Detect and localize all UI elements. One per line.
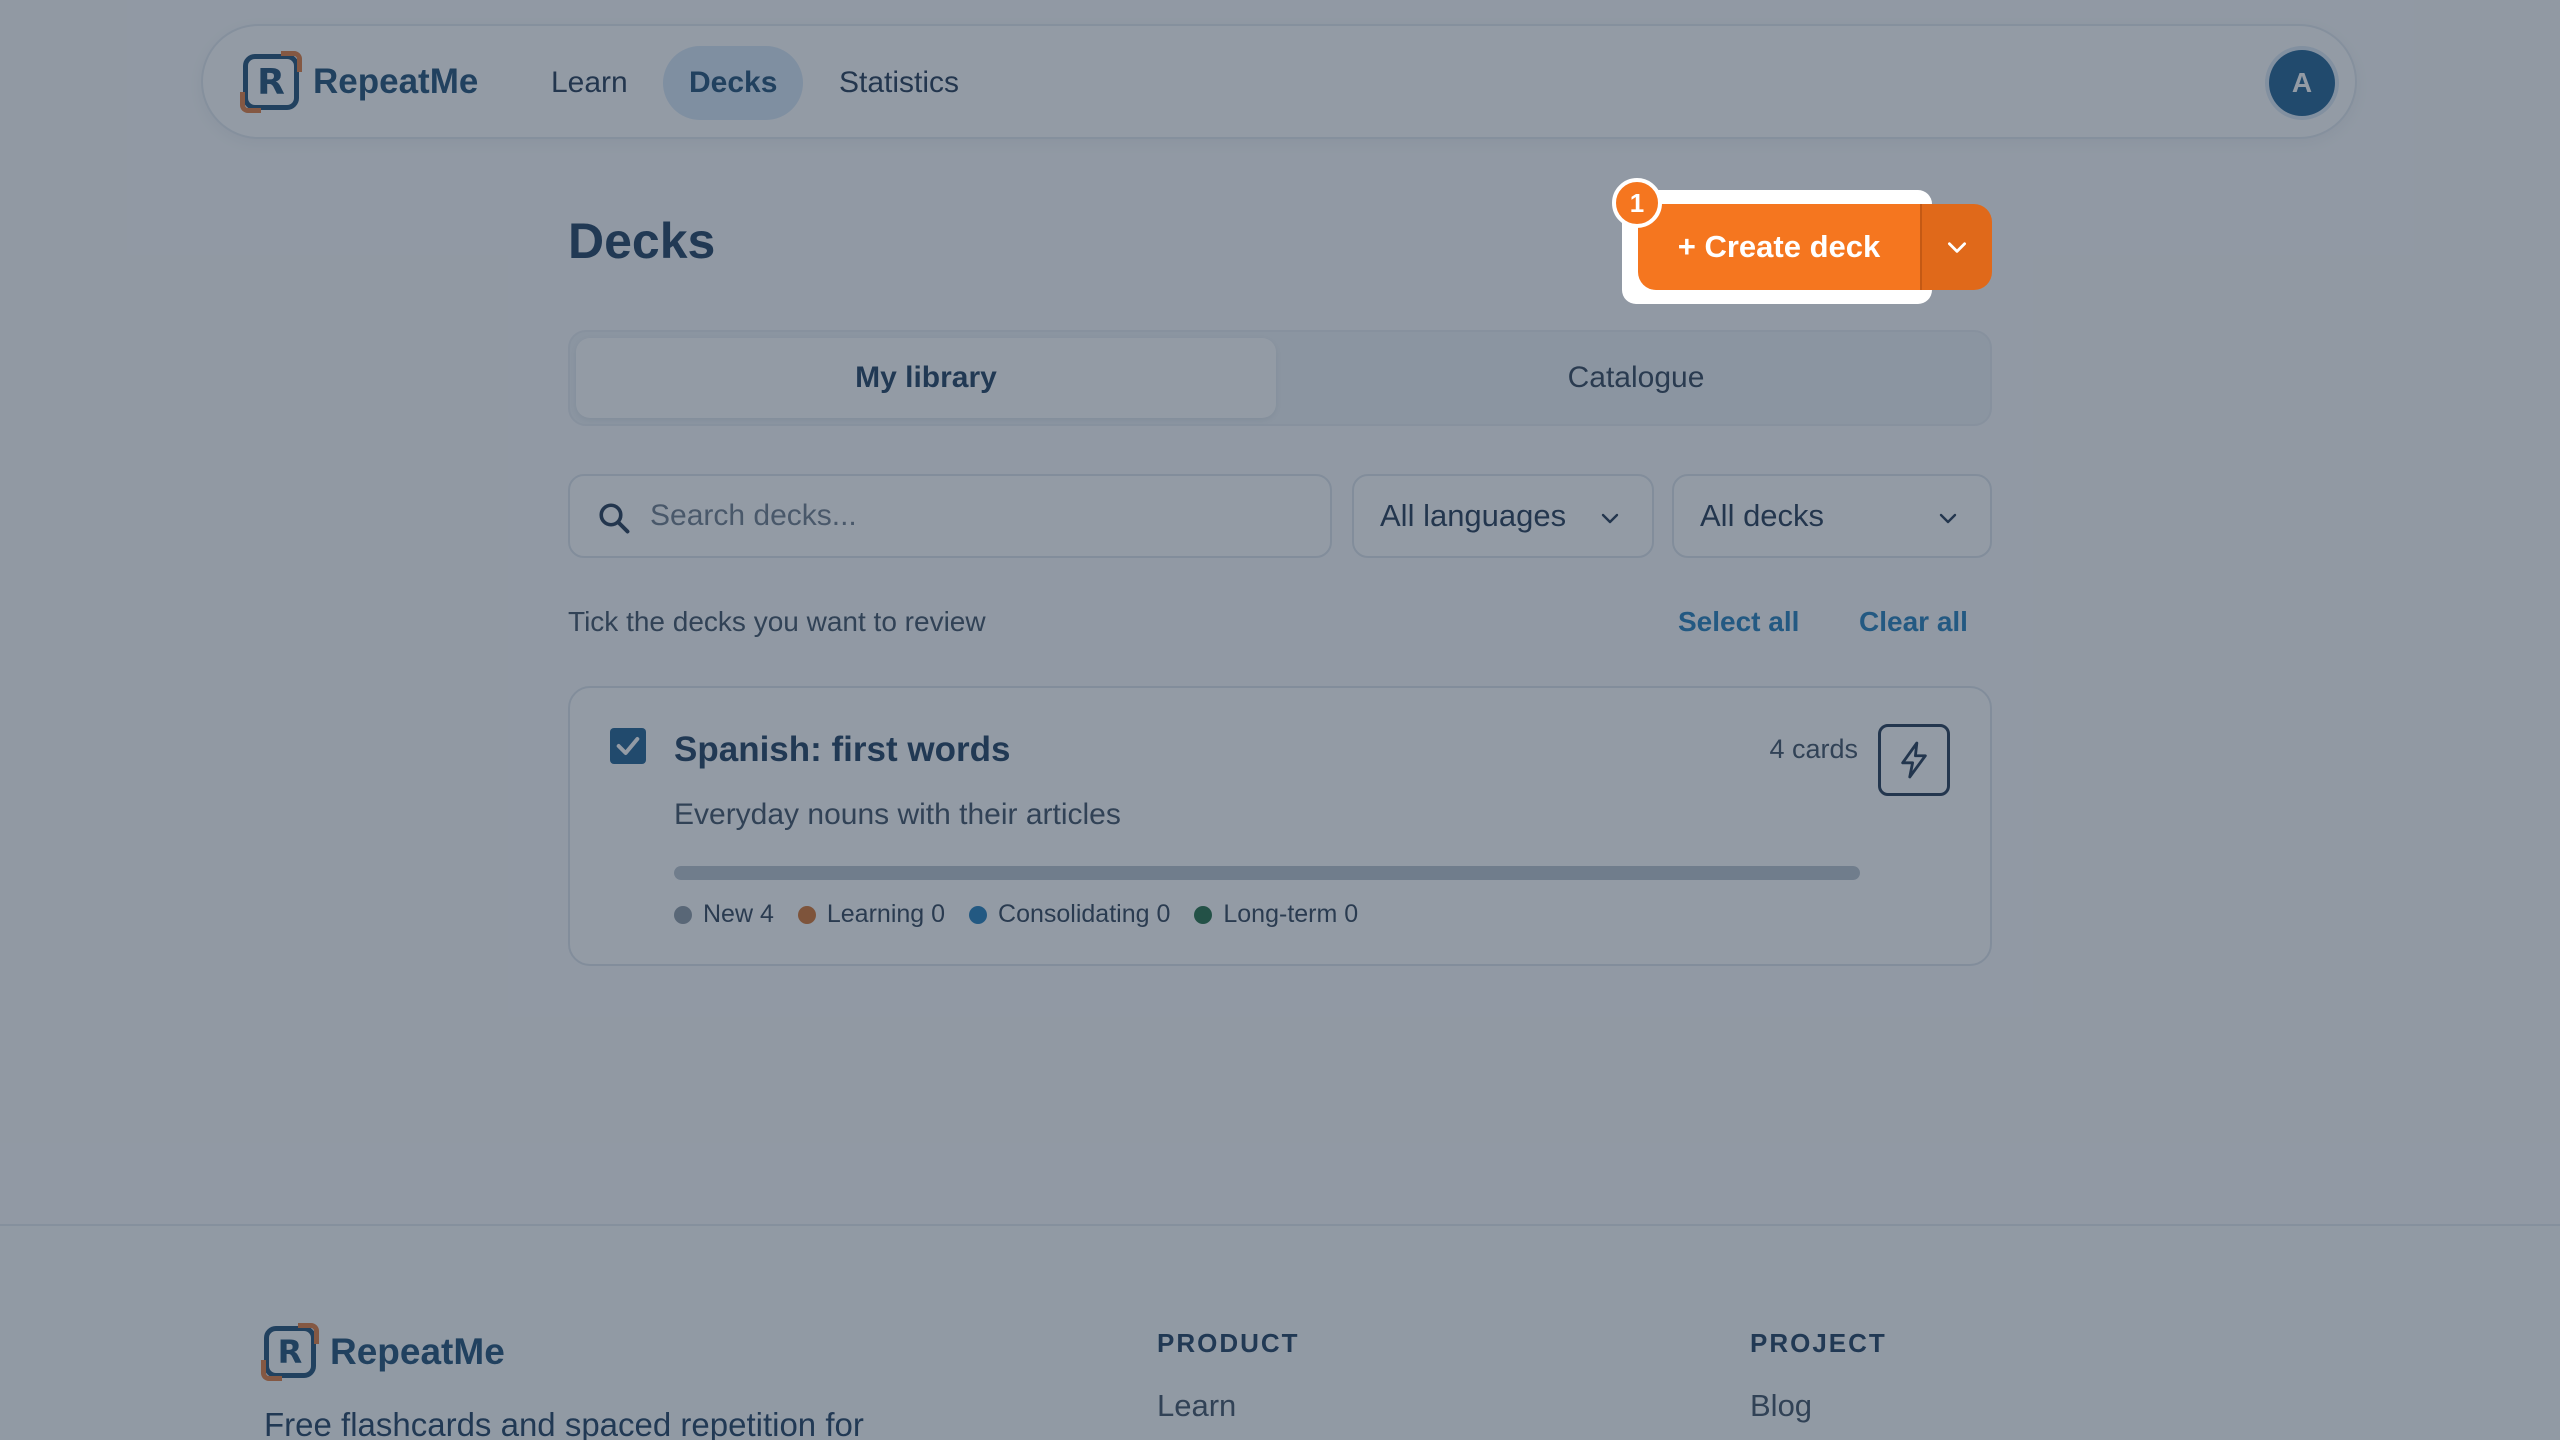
footer-heading-project: PROJECT — [1750, 1328, 1887, 1358]
top-navbar: R RepeatMe Learn Decks Statistics A — [201, 24, 2357, 139]
nav-link-learn[interactable]: Learn — [525, 46, 654, 120]
search-icon — [599, 503, 630, 534]
deck-title[interactable]: Spanish: first words — [674, 730, 1010, 770]
tour-step-badge: 1 — [1612, 178, 1662, 228]
language-select-value: All languages — [1380, 498, 1567, 533]
legend-label: Learning 0 — [826, 900, 946, 928]
repeatme-logo-icon: R — [240, 51, 302, 113]
brand[interactable]: R RepeatMe — [240, 51, 479, 113]
legend-item: Learning 0 — [797, 900, 946, 929]
search-input[interactable] — [650, 476, 1310, 556]
deck-progress-fill — [674, 866, 1860, 880]
select-all-link[interactable]: Select all — [1678, 606, 1799, 638]
library-tabs: My library Catalogue — [568, 330, 1992, 426]
deck-status-legend: New 4 Learning 0 Consolidating 0 Long-term … — [674, 900, 1382, 929]
language-select[interactable]: All languages — [1352, 474, 1654, 558]
chevron-down-icon — [1948, 242, 1966, 253]
footer-brand-name: RepeatMe — [330, 1331, 505, 1372]
page-title: Decks — [568, 213, 716, 269]
legend-label: Consolidating 0 — [998, 900, 1171, 928]
footer-tagline: Free flashcards and spaced repetition fo… — [264, 1406, 864, 1440]
nav-link-statistics[interactable]: Statistics — [813, 46, 985, 120]
deck-card[interactable]: Spanish: first words Everyday nouns with… — [568, 686, 1992, 966]
create-deck-menu-button[interactable] — [1920, 204, 1992, 290]
legend-label: Long-term 0 — [1223, 900, 1359, 928]
decks-page: R RepeatMe Learn Decks Statistics A Deck… — [0, 0, 2560, 1440]
legend-item: Long-term 0 — [1194, 900, 1358, 929]
tab-my-library[interactable]: My library — [576, 338, 1276, 418]
deck-checkbox[interactable] — [610, 728, 646, 764]
brand-name: RepeatMe — [313, 62, 479, 101]
legend-dot-icon — [1194, 905, 1213, 924]
clear-all-link[interactable]: Clear all — [1859, 606, 1968, 638]
deck-filter-select[interactable]: All decks — [1672, 474, 1992, 558]
review-hint: Tick the decks you want to review — [568, 606, 986, 637]
footer-link-blog[interactable]: Blog — [1750, 1388, 1812, 1424]
lightning-icon — [1901, 741, 1927, 779]
repeatme-logo-icon: R — [261, 1323, 319, 1381]
footer: R RepeatMe Free flashcards and spaced re… — [0, 1224, 2560, 1440]
chevron-down-icon — [1601, 513, 1619, 524]
footer-brand[interactable]: R RepeatMe — [261, 1323, 505, 1381]
deck-progress-bar — [674, 866, 1860, 880]
tab-catalogue[interactable]: Catalogue — [1286, 338, 1986, 418]
legend-dot-icon — [797, 905, 816, 924]
checkmark-icon — [616, 737, 640, 755]
chevron-down-icon — [1939, 513, 1957, 524]
quick-review-button[interactable] — [1878, 724, 1950, 796]
deck-description: Everyday nouns with their articles — [674, 798, 1121, 831]
legend-label: New 4 — [703, 900, 774, 928]
search-box — [568, 474, 1332, 558]
footer-link-learn[interactable]: Learn — [1157, 1388, 1236, 1424]
deck-filter-value: All decks — [1700, 498, 1825, 533]
legend-item: New 4 — [674, 900, 774, 929]
legend-dot-icon — [969, 905, 988, 924]
footer-heading-product: PRODUCT — [1157, 1328, 1300, 1358]
create-deck-button[interactable]: + Create deck — [1638, 204, 1920, 290]
nav-link-decks[interactable]: Decks — [663, 46, 804, 120]
legend-dot-icon — [674, 905, 692, 924]
legend-item: Consolidating 0 — [969, 900, 1170, 929]
user-avatar[interactable]: A — [2269, 50, 2335, 116]
deck-card-count: 4 cards — [1769, 734, 1858, 764]
